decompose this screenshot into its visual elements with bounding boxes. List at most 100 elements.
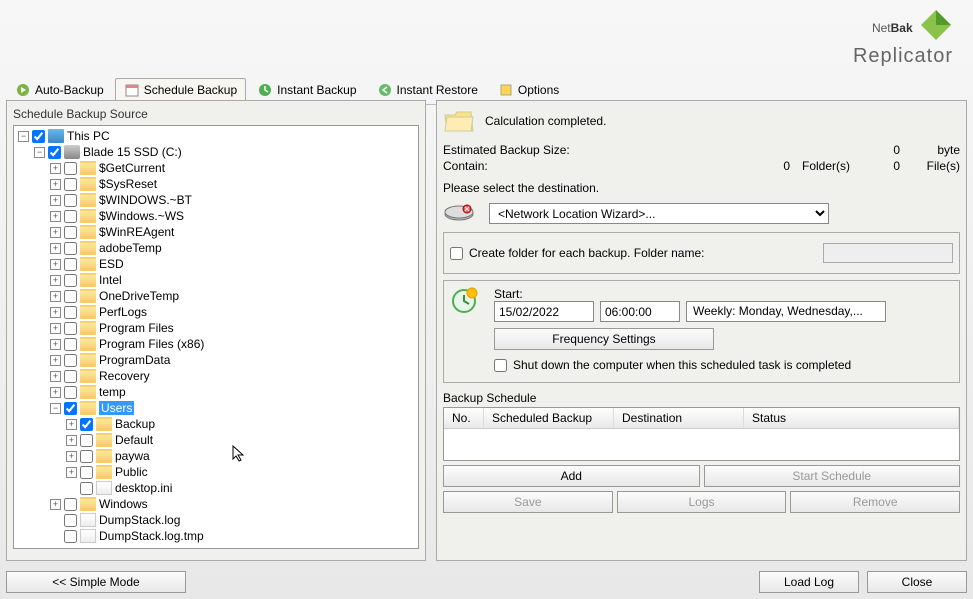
tree-node[interactable]: +PerfLogs — [16, 304, 416, 320]
tree-node[interactable]: +Recovery — [16, 368, 416, 384]
collapse-icon[interactable]: − — [34, 147, 45, 158]
checkbox[interactable] — [64, 498, 77, 511]
checkbox[interactable] — [64, 514, 77, 527]
checkbox[interactable] — [64, 162, 77, 175]
checkbox[interactable] — [64, 194, 77, 207]
expand-icon[interactable]: + — [66, 467, 77, 478]
expand-icon[interactable]: + — [50, 291, 61, 302]
tree-node[interactable]: +ESD — [16, 256, 416, 272]
th-no[interactable]: No. — [444, 408, 484, 428]
checkbox[interactable] — [80, 466, 93, 479]
tree-node[interactable]: +$WINDOWS.~BT — [16, 192, 416, 208]
checkbox[interactable] — [64, 338, 77, 351]
folder-name-input[interactable] — [823, 243, 953, 263]
checkbox[interactable] — [64, 274, 77, 287]
start-time-input[interactable] — [600, 301, 680, 322]
tree-node[interactable]: +Default — [16, 432, 416, 448]
tree-node[interactable]: +adobeTemp — [16, 240, 416, 256]
tree-node[interactable]: +Program Files — [16, 320, 416, 336]
checkbox[interactable] — [64, 306, 77, 319]
expand-icon[interactable]: + — [50, 179, 61, 190]
th-destination[interactable]: Destination — [614, 408, 744, 428]
checkbox-shutdown[interactable] — [494, 359, 507, 372]
collapse-icon[interactable]: − — [18, 131, 29, 142]
start-date-input[interactable] — [494, 301, 594, 322]
tree-node[interactable]: +Program Files (x86) — [16, 336, 416, 352]
checkbox[interactable] — [64, 226, 77, 239]
tree-node[interactable]: +Intel — [16, 272, 416, 288]
checkbox[interactable] — [64, 322, 77, 335]
tree-node[interactable]: DumpStack.log.tmp — [16, 528, 416, 544]
tree-node[interactable]: +$SysReset — [16, 176, 416, 192]
checkbox-file[interactable] — [80, 482, 93, 495]
tree-node[interactable]: +OneDriveTemp — [16, 288, 416, 304]
logs-button[interactable]: Logs — [617, 491, 787, 513]
tree-node[interactable]: DumpStack.log — [16, 512, 416, 528]
checkbox[interactable] — [64, 354, 77, 367]
expand-icon[interactable]: + — [50, 163, 61, 174]
checkbox[interactable] — [64, 370, 77, 383]
simple-mode-button[interactable]: << Simple Mode — [6, 571, 186, 593]
tab-schedule-backup[interactable]: Schedule Backup — [115, 78, 246, 102]
expand-icon[interactable]: + — [50, 307, 61, 318]
expand-icon[interactable]: + — [50, 275, 61, 286]
th-scheduled-backup[interactable]: Scheduled Backup — [484, 408, 614, 428]
tree-node-drive[interactable]: − Blade 15 SSD (C:) — [16, 144, 416, 160]
remove-button[interactable]: Remove — [790, 491, 960, 513]
checkbox[interactable] — [80, 434, 93, 447]
tree-node[interactable]: +Public — [16, 464, 416, 480]
tree-node[interactable]: +$WinREAgent — [16, 224, 416, 240]
tree-node[interactable]: +ProgramData — [16, 352, 416, 368]
load-log-button[interactable]: Load Log — [759, 571, 859, 593]
expand-icon[interactable]: + — [66, 451, 77, 462]
start-schedule-button[interactable]: Start Schedule — [704, 465, 961, 487]
expand-icon[interactable]: + — [50, 323, 61, 334]
checkbox-this-pc[interactable] — [32, 130, 45, 143]
checkbox-users[interactable] — [64, 402, 77, 415]
expand-icon[interactable]: + — [50, 211, 61, 222]
tab-instant-backup[interactable]: Instant Backup — [248, 78, 365, 102]
checkbox[interactable] — [64, 242, 77, 255]
save-button[interactable]: Save — [443, 491, 613, 513]
tab-options[interactable]: Options — [489, 78, 568, 102]
tree-node[interactable]: +$GetCurrent — [16, 160, 416, 176]
checkbox[interactable] — [64, 178, 77, 191]
destination-select[interactable]: <Network Location Wizard>... — [489, 203, 829, 224]
checkbox[interactable] — [64, 258, 77, 271]
source-tree[interactable]: − This PC − Blade 15 SSD (C:) +$GetCurre… — [13, 125, 419, 549]
tree-node[interactable]: +temp — [16, 384, 416, 400]
checkbox-drive[interactable] — [48, 146, 61, 159]
checkbox[interactable] — [80, 450, 93, 463]
expand-icon[interactable]: + — [50, 371, 61, 382]
tree-node[interactable]: +Backup — [16, 416, 416, 432]
expand-icon[interactable]: + — [50, 227, 61, 238]
tree-node[interactable]: +$Windows.~WS — [16, 208, 416, 224]
th-status[interactable]: Status — [744, 408, 959, 428]
checkbox-create-folder[interactable] — [450, 247, 463, 260]
expand-icon[interactable]: + — [50, 499, 61, 510]
expand-icon[interactable]: + — [50, 387, 61, 398]
checkbox[interactable] — [80, 418, 93, 431]
expand-icon[interactable]: + — [66, 419, 77, 430]
tree-node-users[interactable]: − Users — [16, 400, 416, 416]
tab-instant-restore[interactable]: Instant Restore — [368, 78, 487, 102]
checkbox[interactable] — [64, 530, 77, 543]
collapse-icon[interactable]: − — [50, 403, 61, 414]
tree-node[interactable]: +Windows — [16, 496, 416, 512]
expand-icon[interactable]: + — [50, 195, 61, 206]
frequency-settings-button[interactable]: Frequency Settings — [494, 328, 714, 350]
expand-icon[interactable]: + — [50, 259, 61, 270]
tab-auto-backup[interactable]: Auto-Backup — [6, 78, 113, 102]
checkbox[interactable] — [64, 386, 77, 399]
checkbox[interactable] — [64, 290, 77, 303]
add-button[interactable]: Add — [443, 465, 700, 487]
expand-icon[interactable]: + — [50, 243, 61, 254]
close-button[interactable]: Close — [867, 571, 967, 593]
expand-icon[interactable]: + — [66, 435, 77, 446]
checkbox[interactable] — [64, 210, 77, 223]
tree-node-desktop-ini[interactable]: desktop.ini — [16, 480, 416, 496]
tree-node[interactable]: +paywa — [16, 448, 416, 464]
expand-icon[interactable]: + — [50, 339, 61, 350]
tree-node-this-pc[interactable]: − This PC — [16, 128, 416, 144]
expand-icon[interactable]: + — [50, 355, 61, 366]
